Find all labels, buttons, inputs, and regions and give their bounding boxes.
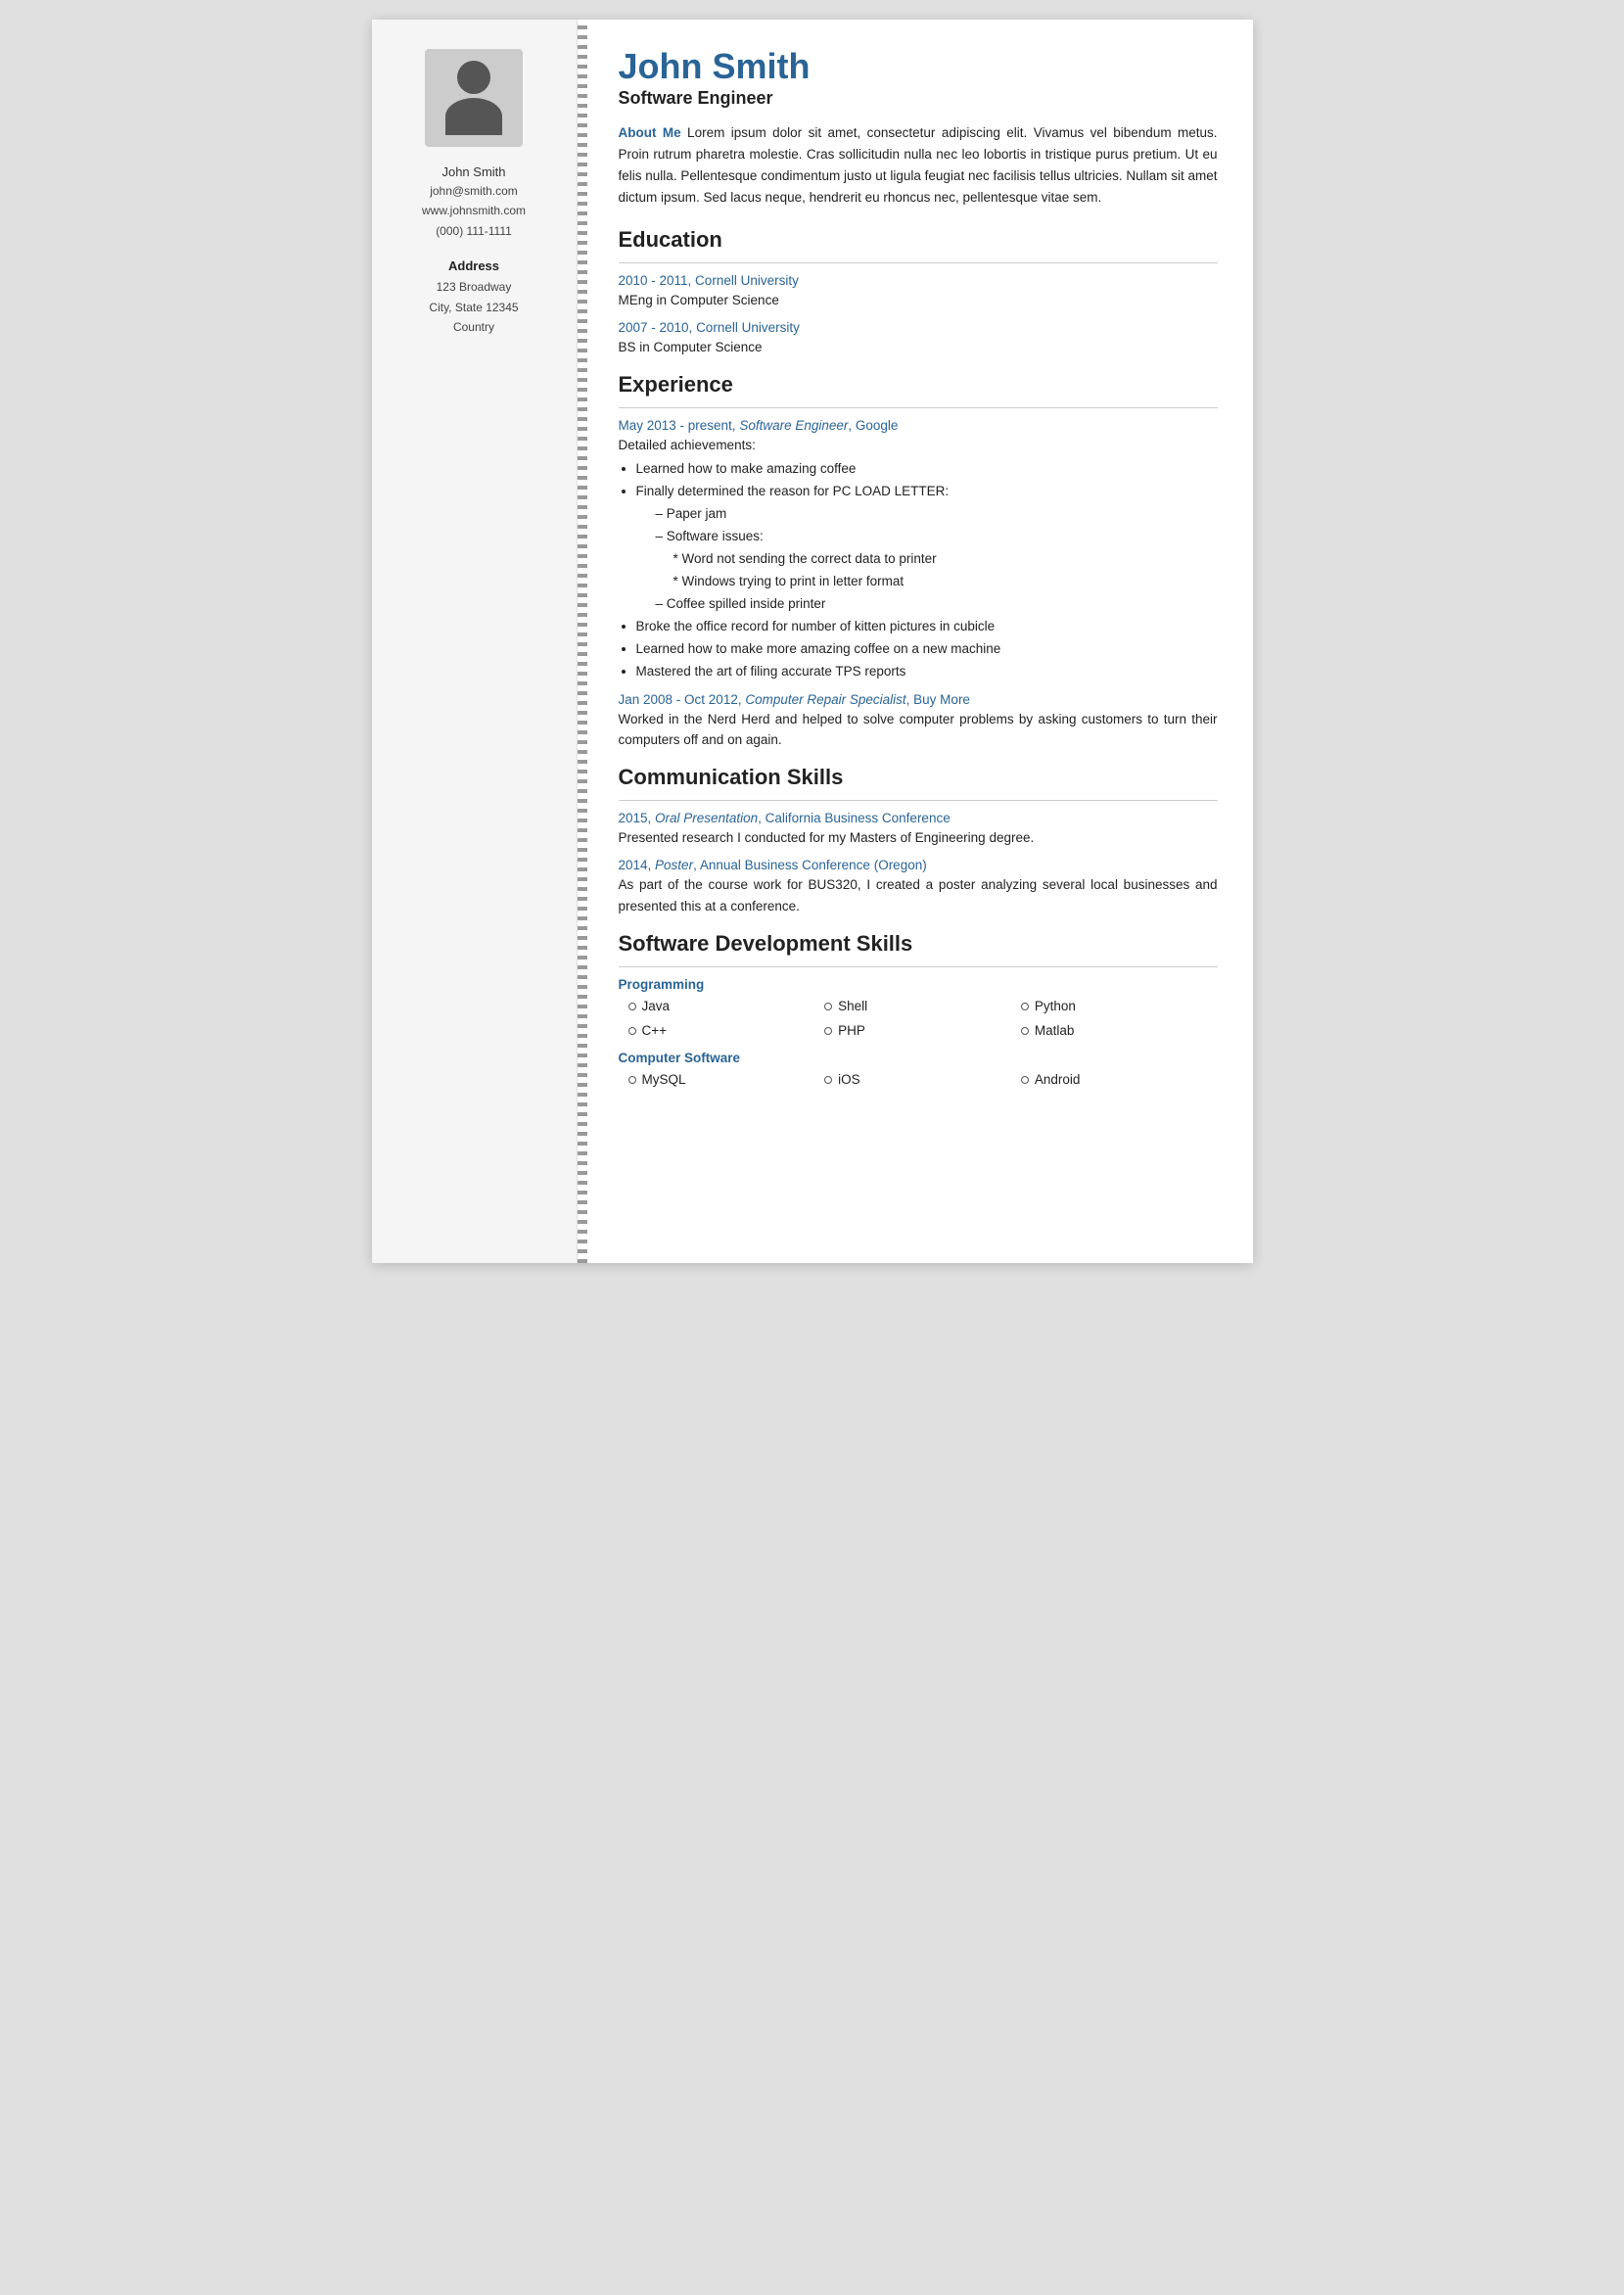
edu-entry-1: 2010 - 2011, Cornell University MEng in …	[619, 273, 1218, 311]
about-me-text: Lorem ipsum dolor sit amet, consectetur …	[619, 125, 1218, 206]
exp-entry-1: May 2013 - present, Software Engineer, G…	[619, 418, 1218, 682]
education-section-title: Education	[619, 227, 1218, 253]
exp-list-1: Learned how to make amazing coffee Final…	[636, 459, 1218, 681]
sidebar-website: www.johnsmith.com	[422, 204, 526, 217]
experience-separator	[619, 407, 1218, 408]
exp-bullet-5: Mastered the art of filing accurate TPS …	[636, 662, 1218, 682]
person-icon	[445, 61, 502, 135]
sidebar-contact: john@smith.com www.johnsmith.com (000) 1…	[422, 181, 526, 241]
exp-entry-2-body: Worked in the Nerd Herd and helped to so…	[619, 709, 1218, 751]
exp-subsublist-1: Word not sending the correct data to pri…	[673, 549, 1218, 592]
skill-shell: Shell	[824, 996, 1021, 1018]
skills-section-title: Software Development Skills	[619, 931, 1218, 957]
exp-entry-1-header: May 2013 - present, Software Engineer, G…	[619, 418, 1218, 433]
communication-separator	[619, 800, 1218, 801]
skill-bullet-android	[1021, 1076, 1029, 1084]
exp-subsub-bullet-2: Windows trying to print in letter format	[673, 572, 1218, 592]
main-content: John Smith Software Engineer About Me Lo…	[587, 20, 1253, 1263]
vertical-divider	[578, 20, 587, 1263]
comm-entry-1: 2015, Oral Presentation, California Busi…	[619, 811, 1218, 849]
exp-entry-2: Jan 2008 - Oct 2012, Computer Repair Spe…	[619, 692, 1218, 751]
sidebar: John Smith john@smith.com www.johnsmith.…	[372, 20, 578, 1263]
education-separator	[619, 262, 1218, 263]
exp-sublist-1: Paper jam Software issues: Word not send…	[656, 504, 1218, 615]
sidebar-country: Country	[453, 320, 494, 334]
edu-entry-1-header: 2010 - 2011, Cornell University	[619, 273, 1218, 288]
edu-entry-1-degree: MEng in Computer Science	[619, 290, 1218, 311]
sidebar-name: John Smith	[441, 164, 505, 179]
exp-bullet-4: Learned how to make more amazing coffee …	[636, 639, 1218, 660]
skill-bullet-shell	[824, 1003, 832, 1010]
edu-entry-2-degree: BS in Computer Science	[619, 337, 1218, 358]
skill-bullet-matlab	[1021, 1027, 1029, 1035]
skill-python: Python	[1021, 996, 1218, 1018]
avatar	[425, 49, 523, 147]
sidebar-phone: (000) 111-1111	[436, 224, 512, 238]
skill-java: Java	[628, 996, 825, 1018]
exp-bullet-2: Finally determined the reason for PC LOA…	[636, 482, 1218, 615]
sidebar-address-label: Address	[448, 258, 499, 273]
exp-sub-bullet-1: Paper jam	[656, 504, 1218, 525]
skill-android: Android	[1021, 1069, 1218, 1092]
skill-bullet-cpp	[628, 1027, 636, 1035]
exp-sub-bullet-2: Software issues: Word not sending the co…	[656, 527, 1218, 592]
exp-entry-1-body: Detailed achievements: Learned how to ma…	[619, 435, 1218, 682]
sidebar-street: 123 Broadway	[437, 280, 512, 294]
skill-bullet-java	[628, 1003, 636, 1010]
communication-section-title: Communication Skills	[619, 765, 1218, 790]
sidebar-address: 123 Broadway City, State 12345 Country	[429, 277, 518, 337]
skills-category-programming: Programming	[619, 977, 1218, 992]
main-title: Software Engineer	[619, 88, 1218, 109]
exp-bullet-3: Broke the office record for number of ki…	[636, 617, 1218, 637]
about-me-label: About Me	[619, 125, 681, 140]
skill-bullet-php	[824, 1027, 832, 1035]
skill-cpp: C++	[628, 1020, 825, 1043]
skill-mysql: MySQL	[628, 1069, 825, 1092]
experience-section-title: Experience	[619, 372, 1218, 398]
comm-entry-1-header: 2015, Oral Presentation, California Busi…	[619, 811, 1218, 825]
resume-page: John Smith john@smith.com www.johnsmith.…	[372, 20, 1253, 1263]
exp-subsub-bullet-1: Word not sending the correct data to pri…	[673, 549, 1218, 570]
edu-entry-2: 2007 - 2010, Cornell University BS in Co…	[619, 320, 1218, 358]
skill-bullet-ios	[824, 1076, 832, 1084]
comm-entry-2-body: As part of the course work for BUS320, I…	[619, 874, 1218, 916]
comm-entry-2: 2014, Poster, Annual Business Conference…	[619, 858, 1218, 916]
main-name: John Smith	[619, 47, 1218, 86]
skills-grid-software: MySQL iOS Android	[628, 1069, 1218, 1092]
about-me-block: About Me Lorem ipsum dolor sit amet, con…	[619, 122, 1218, 210]
exp-sub-bullet-3: Coffee spilled inside printer	[656, 594, 1218, 615]
skill-bullet-python	[1021, 1003, 1029, 1010]
exp-bullet-1: Learned how to make amazing coffee	[636, 459, 1218, 480]
edu-entry-2-header: 2007 - 2010, Cornell University	[619, 320, 1218, 335]
skills-category-software: Computer Software	[619, 1051, 1218, 1065]
sidebar-email: john@smith.com	[430, 184, 518, 198]
comm-entry-2-header: 2014, Poster, Annual Business Conference…	[619, 858, 1218, 872]
skill-php: PHP	[824, 1020, 1021, 1043]
skills-separator	[619, 966, 1218, 967]
exp-entry-2-header: Jan 2008 - Oct 2012, Computer Repair Spe…	[619, 692, 1218, 707]
skill-ios: iOS	[824, 1069, 1021, 1092]
skills-grid-programming: Java Shell Python C++ PHP Matlab	[628, 996, 1218, 1043]
comm-entry-1-body: Presented research I conducted for my Ma…	[619, 827, 1218, 849]
skill-bullet-mysql	[628, 1076, 636, 1084]
sidebar-city-state: City, State 12345	[429, 301, 518, 314]
skill-matlab: Matlab	[1021, 1020, 1218, 1043]
